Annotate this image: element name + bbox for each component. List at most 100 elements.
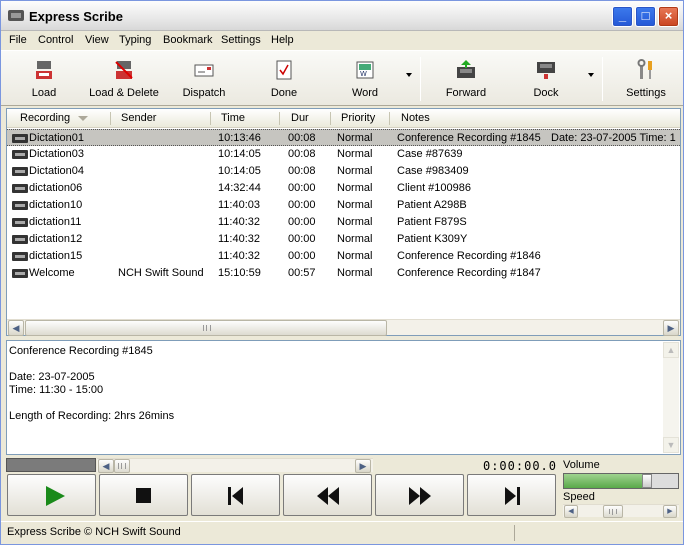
word-button[interactable]: W Word (343, 55, 387, 103)
speed-right-button[interactable]: ▶ (663, 505, 677, 518)
cell-recording: dictation10 (29, 199, 83, 211)
done-button[interactable]: Done (261, 55, 307, 103)
scroll-thumb[interactable] (25, 320, 387, 336)
cell-recording: Dictation03 (29, 148, 85, 160)
cell-priority: Normal (337, 199, 373, 211)
dispatch-label: Dispatch (182, 87, 226, 99)
toolbar: Load Load & Delete Dispatch Done W Word (1, 50, 683, 106)
scroll-right-button[interactable]: ▶ (663, 320, 679, 336)
table-row[interactable]: Dictation01 10:13:46 00:08 Normal Conference… (7, 129, 680, 146)
speed-thumb[interactable] (603, 505, 623, 518)
speed-left-button[interactable]: ◀ (564, 505, 578, 518)
word-dropdown-arrow[interactable] (406, 73, 412, 77)
notes-panel[interactable]: Conference Recording #1845 Date: 23-07-2… (6, 340, 681, 455)
close-button[interactable]: × (658, 6, 679, 27)
cell-time: 10:13:46 (218, 132, 261, 144)
column-header-recording[interactable]: Recording (20, 112, 70, 124)
notes-text: Conference Recording #1845 Date: 23-07-2… (9, 345, 175, 422)
volume-slider[interactable] (563, 473, 679, 489)
table-row[interactable]: Welcome NCH Swift Sound 15:10:59 00:57 Norma… (7, 265, 680, 282)
rewind-button[interactable] (283, 474, 372, 516)
cell-dur: 00:08 (288, 165, 316, 177)
table-row[interactable]: dictation06 14:32:44 00:00 Normal Client #10… (7, 180, 680, 197)
notes-vertical-scrollbar[interactable]: ▲ ▼ (663, 342, 679, 453)
menu-view[interactable]: View (85, 34, 109, 46)
cell-dur: 00:08 (288, 148, 316, 160)
menu-control[interactable]: Control (38, 34, 73, 46)
cell-recording: dictation06 (29, 182, 83, 194)
menu-file[interactable]: File (9, 34, 27, 46)
cell-priority: Normal (337, 233, 373, 245)
cell-dur: 00:00 (288, 233, 316, 245)
forward-button[interactable]: Forward (441, 55, 491, 103)
column-header-notes[interactable]: Notes (401, 112, 430, 124)
column-header-dur[interactable]: Dur (291, 112, 309, 124)
cell-sender: NCH Swift Sound (118, 267, 204, 279)
table-row[interactable]: dictation15 11:40:32 00:00 Normal Conference… (7, 248, 680, 265)
table-row[interactable]: dictation11 11:40:32 00:00 Normal Patient F8… (7, 214, 680, 231)
minimize-button[interactable]: _ (612, 6, 633, 27)
menu-settings[interactable]: Settings (221, 34, 261, 46)
column-divider[interactable] (279, 112, 280, 125)
toolbar-separator (420, 57, 421, 101)
title-bar[interactable]: Express Scribe _ □ × (1, 1, 683, 31)
column-header-priority[interactable]: Priority (341, 112, 375, 124)
tape-icon (8, 10, 24, 21)
cell-time: 11:40:32 (218, 250, 261, 262)
list-header: Recording Sender Time Dur Priority Notes (7, 109, 680, 128)
maximize-button[interactable]: □ (635, 6, 656, 27)
load-delete-icon (113, 59, 135, 81)
cell-dur: 00:57 (288, 267, 316, 279)
table-row[interactable]: dictation10 11:40:03 00:00 Normal Patient A2… (7, 197, 680, 214)
toolbar-separator (602, 57, 603, 101)
done-icon (273, 59, 295, 81)
cell-recording: dictation15 (29, 250, 83, 262)
window-title: Express Scribe (29, 9, 123, 24)
column-divider[interactable] (389, 112, 390, 125)
position-bar[interactable] (6, 458, 96, 472)
done-label: Done (270, 87, 298, 99)
scroll-up-button[interactable]: ▲ (663, 342, 679, 358)
load-delete-button[interactable]: Load & Delete (87, 55, 161, 103)
stop-button[interactable] (99, 474, 188, 516)
status-bar: Express Scribe © NCH Swift Sound (1, 521, 683, 544)
cell-recording: Welcome (29, 267, 75, 279)
skip-to-end-button[interactable] (467, 474, 556, 516)
fast-forward-button[interactable] (375, 474, 464, 516)
grip-icon (203, 325, 211, 331)
recording-list[interactable]: Recording Sender Time Dur Priority Notes… (6, 108, 681, 336)
wrench-screwdriver-icon (635, 59, 657, 81)
dock-button[interactable]: Dock (523, 55, 569, 103)
dock-dropdown-arrow[interactable] (588, 73, 594, 77)
settings-button[interactable]: Settings (621, 55, 671, 103)
table-row[interactable]: Dictation03 10:14:05 00:08 Normal Case #8763… (7, 146, 680, 163)
position-thumb[interactable] (114, 459, 130, 473)
dock-icon (535, 59, 557, 81)
scroll-left-button[interactable]: ◀ (98, 459, 114, 473)
menu-typing[interactable]: Typing (119, 34, 151, 46)
column-header-time[interactable]: Time (221, 112, 245, 124)
dispatch-button[interactable]: Dispatch (179, 55, 229, 103)
settings-label: Settings (626, 87, 666, 99)
cell-priority: Normal (337, 132, 373, 144)
play-button[interactable] (7, 474, 96, 516)
grip-icon (118, 463, 126, 469)
column-divider[interactable] (330, 112, 331, 125)
list-horizontal-scrollbar[interactable]: ◀ ▶ (7, 319, 680, 336)
scroll-right-button[interactable]: ▶ (355, 459, 371, 473)
tape-icon (12, 167, 28, 176)
table-row[interactable]: Dictation04 10:14:05 00:08 Normal Case #9834… (7, 163, 680, 180)
table-row[interactable]: dictation12 11:40:32 00:00 Normal Patient K3… (7, 231, 680, 248)
menu-bookmark[interactable]: Bookmark (163, 34, 213, 46)
volume-knob[interactable] (642, 474, 652, 488)
position-scrollbar[interactable]: ◀ ▶ (97, 458, 373, 473)
scroll-left-button[interactable]: ◀ (8, 320, 24, 336)
scroll-down-button[interactable]: ▼ (663, 437, 679, 453)
skip-to-start-button[interactable] (191, 474, 280, 516)
column-header-sender[interactable]: Sender (121, 112, 156, 124)
column-divider[interactable] (110, 112, 111, 125)
menu-help[interactable]: Help (271, 34, 294, 46)
column-divider[interactable] (210, 112, 211, 125)
speed-slider[interactable]: ◀ ▶ (563, 504, 679, 518)
load-button[interactable]: Load (19, 55, 69, 103)
